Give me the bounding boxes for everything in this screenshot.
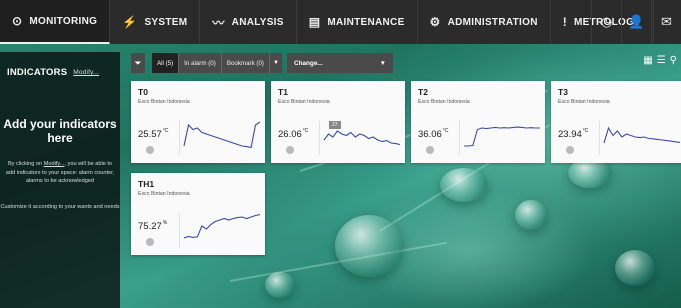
change-dropdown[interactable]: Change... ▼: [286, 53, 393, 73]
indicator-card-t3[interactable]: T3 Esco Bintan Indonesia 23.94°C: [551, 81, 681, 163]
nav-right-tools: ◷ 👤 ✉: [591, 0, 681, 44]
card-value-number: 25.57: [138, 129, 162, 140]
card-value-number: 23.94: [558, 129, 582, 140]
analysis-icon: 〰: [212, 15, 225, 30]
nav-tab-label: ANALYSIS: [231, 16, 284, 28]
card-value-unit: %: [162, 220, 168, 226]
indicator-card-t2[interactable]: T2 Esco Bintan Indonesia 36.06°C: [411, 81, 545, 163]
status-icon: [146, 146, 154, 154]
filter-icon[interactable]: ⏷: [131, 53, 145, 73]
card-site: Esco Bintan Indonesia: [418, 99, 470, 105]
water-drop: [440, 168, 488, 202]
card-divider: [599, 121, 600, 155]
status-icon: [286, 146, 294, 154]
description-text-before: By clicking on: [7, 161, 43, 167]
mail-icon[interactable]: ✉: [651, 0, 681, 44]
indicator-card-t0[interactable]: T0 Esco Bintan Indonesia 25.57°C: [131, 81, 265, 163]
chevron-down-icon[interactable]: ▼: [269, 53, 282, 73]
card-divider: [459, 121, 460, 155]
indicator-card-t1[interactable]: T1 Esco Bintan Indonesia 26.06°C 27: [271, 81, 405, 163]
chevron-down-icon: ▼: [379, 59, 386, 67]
card-title: T3: [558, 87, 568, 97]
card-value: 23.94°C: [558, 128, 589, 140]
top-navigation: ⊙ MONITORING ⚡ SYSTEM 〰 ANALYSIS ▤ MAINTENANCE ⚙…: [0, 0, 681, 44]
card-value-number: 26.06: [278, 129, 302, 140]
grid-view-icon[interactable]: ▦: [643, 55, 652, 66]
filter-bookmark[interactable]: Bookmark (0): [221, 53, 270, 73]
card-value-unit: °C: [442, 128, 449, 134]
trend-sparkline: [183, 121, 261, 149]
filter-in-alarm[interactable]: In alarm (0): [179, 53, 222, 73]
nav-tab-analysis[interactable]: 〰 ANALYSIS: [200, 0, 297, 44]
card-value: 25.57°C: [138, 128, 169, 140]
admin-icon: ⚙: [429, 15, 441, 29]
change-dropdown-label: Change...: [293, 59, 323, 67]
water-drop: [515, 200, 547, 230]
nav-tab-label: ADMINISTRATION: [447, 16, 538, 28]
card-value-number: 75.27: [138, 221, 162, 232]
nav-tab-label: MONITORING: [29, 15, 98, 27]
indicators-header: INDICATORS Modify...: [0, 52, 120, 93]
nav-tab-label: MAINTENANCE: [327, 16, 405, 28]
metrology-icon: !: [562, 15, 568, 29]
card-value-number: 36.06: [418, 129, 442, 140]
trend-line: [323, 130, 401, 146]
nav-tab-system[interactable]: ⚡ SYSTEM: [110, 0, 201, 44]
card-divider: [179, 213, 180, 247]
trend-sparkline: [603, 126, 681, 144]
card-value-unit: °C: [302, 128, 309, 134]
nav-tab-maintenance[interactable]: ▤ MAINTENANCE: [297, 0, 418, 44]
card-value: 26.06°C: [278, 128, 309, 140]
trend-line: [603, 126, 681, 144]
card-value: 75.27%: [138, 220, 168, 232]
water-drop: [615, 250, 655, 286]
card-site: Esco Bintan Indonesia: [558, 99, 610, 105]
indicators-panel: INDICATORS Modify... Add your indicators…: [0, 52, 120, 308]
status-icon: [146, 238, 154, 246]
status-icon: [426, 146, 434, 154]
maintenance-icon: ▤: [308, 15, 321, 29]
card-title: T0: [138, 87, 148, 97]
add-indicators-description: By clicking on Modify..., you will be ab…: [0, 160, 120, 186]
trend-line: [464, 126, 540, 147]
add-indicators-heading: Add your indicators here: [3, 117, 117, 145]
card-site: Esco Bintan Indonesia: [138, 191, 190, 197]
card-site: Esco Bintan Indonesia: [138, 99, 190, 105]
list-view-icon[interactable]: ☰: [657, 55, 666, 66]
filter-all[interactable]: All (5): [152, 53, 180, 73]
bolt-icon: ⚡: [122, 15, 138, 29]
trend-sparkline: [464, 126, 540, 147]
card-site: Esco Bintan Indonesia: [278, 99, 330, 105]
clock-icon[interactable]: ◷: [591, 0, 621, 44]
water-drop: [265, 272, 295, 298]
card-title: TH1: [138, 179, 155, 189]
card-title: T2: [418, 87, 428, 97]
card-value-unit: °C: [162, 128, 169, 134]
indicator-card-th1[interactable]: TH1 Esco Bintan Indonesia 75.27%: [131, 173, 265, 255]
nav-tab-monitoring[interactable]: ⊙ MONITORING: [0, 0, 111, 44]
status-icon: [566, 146, 574, 154]
nav-tab-administration[interactable]: ⚙ ADMINISTRATION: [418, 0, 551, 44]
customize-text: Customize it according to your wants and…: [0, 203, 120, 210]
trend-line: [183, 214, 261, 239]
trend-sparkline: [183, 214, 261, 239]
filter-bar: ⏷ All (5) In alarm (0) Bookmark (0) ▼ Ch…: [131, 52, 393, 74]
nav-tab-label: SYSTEM: [144, 16, 188, 28]
description-modify-link[interactable]: Modify...: [44, 161, 65, 167]
trend-line: [183, 121, 261, 149]
water-drop: [335, 215, 403, 277]
card-divider: [319, 121, 320, 155]
monitoring-icon: ⊙: [12, 14, 23, 28]
indicators-title: INDICATORS: [7, 67, 68, 78]
card-value: 36.06°C: [418, 128, 449, 140]
card-value-unit: °C: [582, 128, 589, 134]
card-title: T1: [278, 87, 288, 97]
user-icon[interactable]: 👤: [621, 0, 651, 44]
view-switcher: ▦ ☰ ⚲: [643, 55, 677, 66]
card-divider: [179, 121, 180, 155]
map-pin-icon[interactable]: ⚲: [670, 55, 677, 66]
modify-link[interactable]: Modify...: [73, 69, 99, 76]
value-tooltip-badge: 27: [329, 121, 341, 129]
